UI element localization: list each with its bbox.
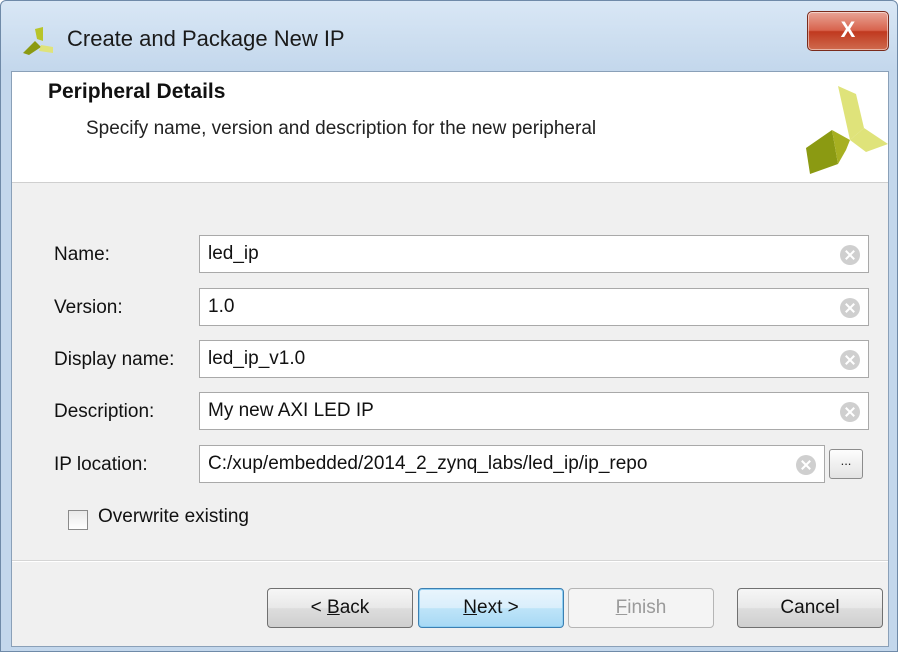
description-value: My new AXI LED IP xyxy=(208,400,374,421)
display-name-label: Display name: xyxy=(54,349,175,370)
title-bar[interactable]: Create and Package New IP X xyxy=(1,1,897,71)
ip-location-field[interactable]: C:/xup/embedded/2014_2_zynq_labs/led_ip/… xyxy=(199,445,825,483)
dialog-window: Create and Package New IP X Peripheral D… xyxy=(0,0,898,652)
ip-location-value: C:/xup/embedded/2014_2_zynq_labs/led_ip/… xyxy=(208,453,648,474)
browse-button[interactable]: ... xyxy=(829,449,863,479)
overwrite-label[interactable]: Overwrite existing xyxy=(98,506,249,528)
description-field[interactable]: My new AXI LED IP xyxy=(199,392,869,430)
overwrite-checkbox[interactable] xyxy=(68,510,88,530)
cancel-button[interactable]: Cancel xyxy=(737,588,883,628)
back-button[interactable]: < Back xyxy=(267,588,413,628)
name-value: led_ip xyxy=(208,243,259,264)
close-button[interactable]: X xyxy=(807,11,889,51)
description-label: Description: xyxy=(54,401,155,422)
ip-location-label: IP location: xyxy=(54,454,148,475)
wizard-header: Peripheral Details Specify name, version… xyxy=(12,72,888,183)
window-title: Create and Package New IP xyxy=(67,26,345,51)
clear-field-icon[interactable] xyxy=(840,245,860,265)
name-label: Name: xyxy=(54,244,110,265)
vivado-logo-icon xyxy=(23,27,53,55)
name-field[interactable]: led_ip xyxy=(199,235,869,273)
display-name-value: led_ip_v1.0 xyxy=(208,348,306,369)
clear-field-icon[interactable] xyxy=(796,455,816,475)
vivado-brand-icon xyxy=(806,86,888,174)
page-title: Peripheral Details xyxy=(48,80,226,103)
close-icon: X xyxy=(840,17,856,42)
version-label: Version: xyxy=(54,297,123,318)
page-subtitle: Specify name, version and description fo… xyxy=(86,118,597,139)
finish-button: Finish xyxy=(568,588,714,628)
dialog-content: Peripheral Details Specify name, version… xyxy=(11,71,889,647)
clear-field-icon[interactable] xyxy=(840,402,860,422)
next-button[interactable]: Next > xyxy=(418,588,564,628)
button-separator xyxy=(12,560,888,562)
version-value: 1.0 xyxy=(208,296,235,317)
version-field[interactable]: 1.0 xyxy=(199,288,869,326)
clear-field-icon[interactable] xyxy=(840,350,860,370)
display-name-field[interactable]: led_ip_v1.0 xyxy=(199,340,869,378)
clear-field-icon[interactable] xyxy=(840,298,860,318)
